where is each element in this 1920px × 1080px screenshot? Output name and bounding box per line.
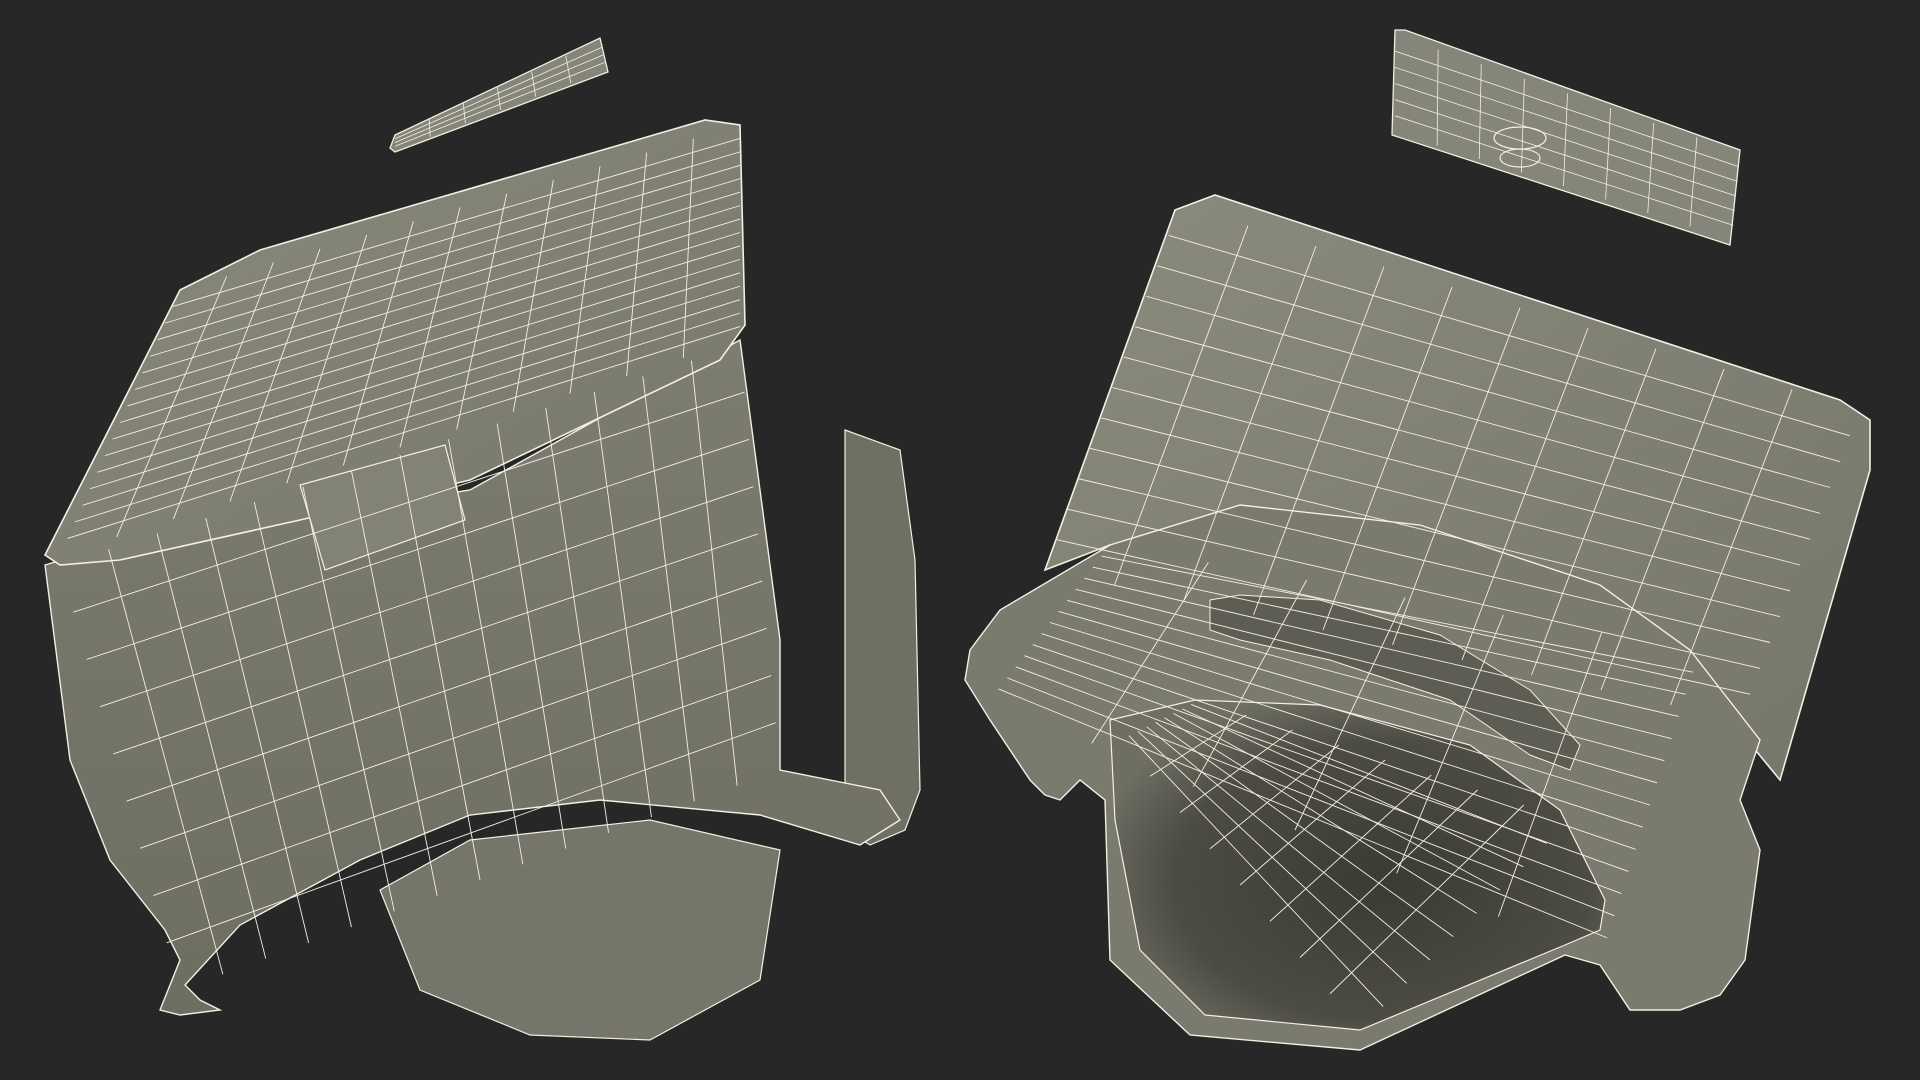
left-enclosure-view [43, 119, 921, 1041]
mesh-edge [394, 54, 604, 143]
right-lid-part [1391, 29, 1741, 246]
mesh-edge [394, 62, 605, 147]
left-lid-part [389, 37, 609, 153]
mesh-edge [394, 47, 602, 140]
right-enclosure-view [964, 194, 1871, 1051]
left-base-bulge [379, 819, 781, 1041]
render-viewport [0, 0, 1920, 1080]
left-side-flange [844, 429, 921, 846]
wireframe-render [43, 29, 1871, 1051]
